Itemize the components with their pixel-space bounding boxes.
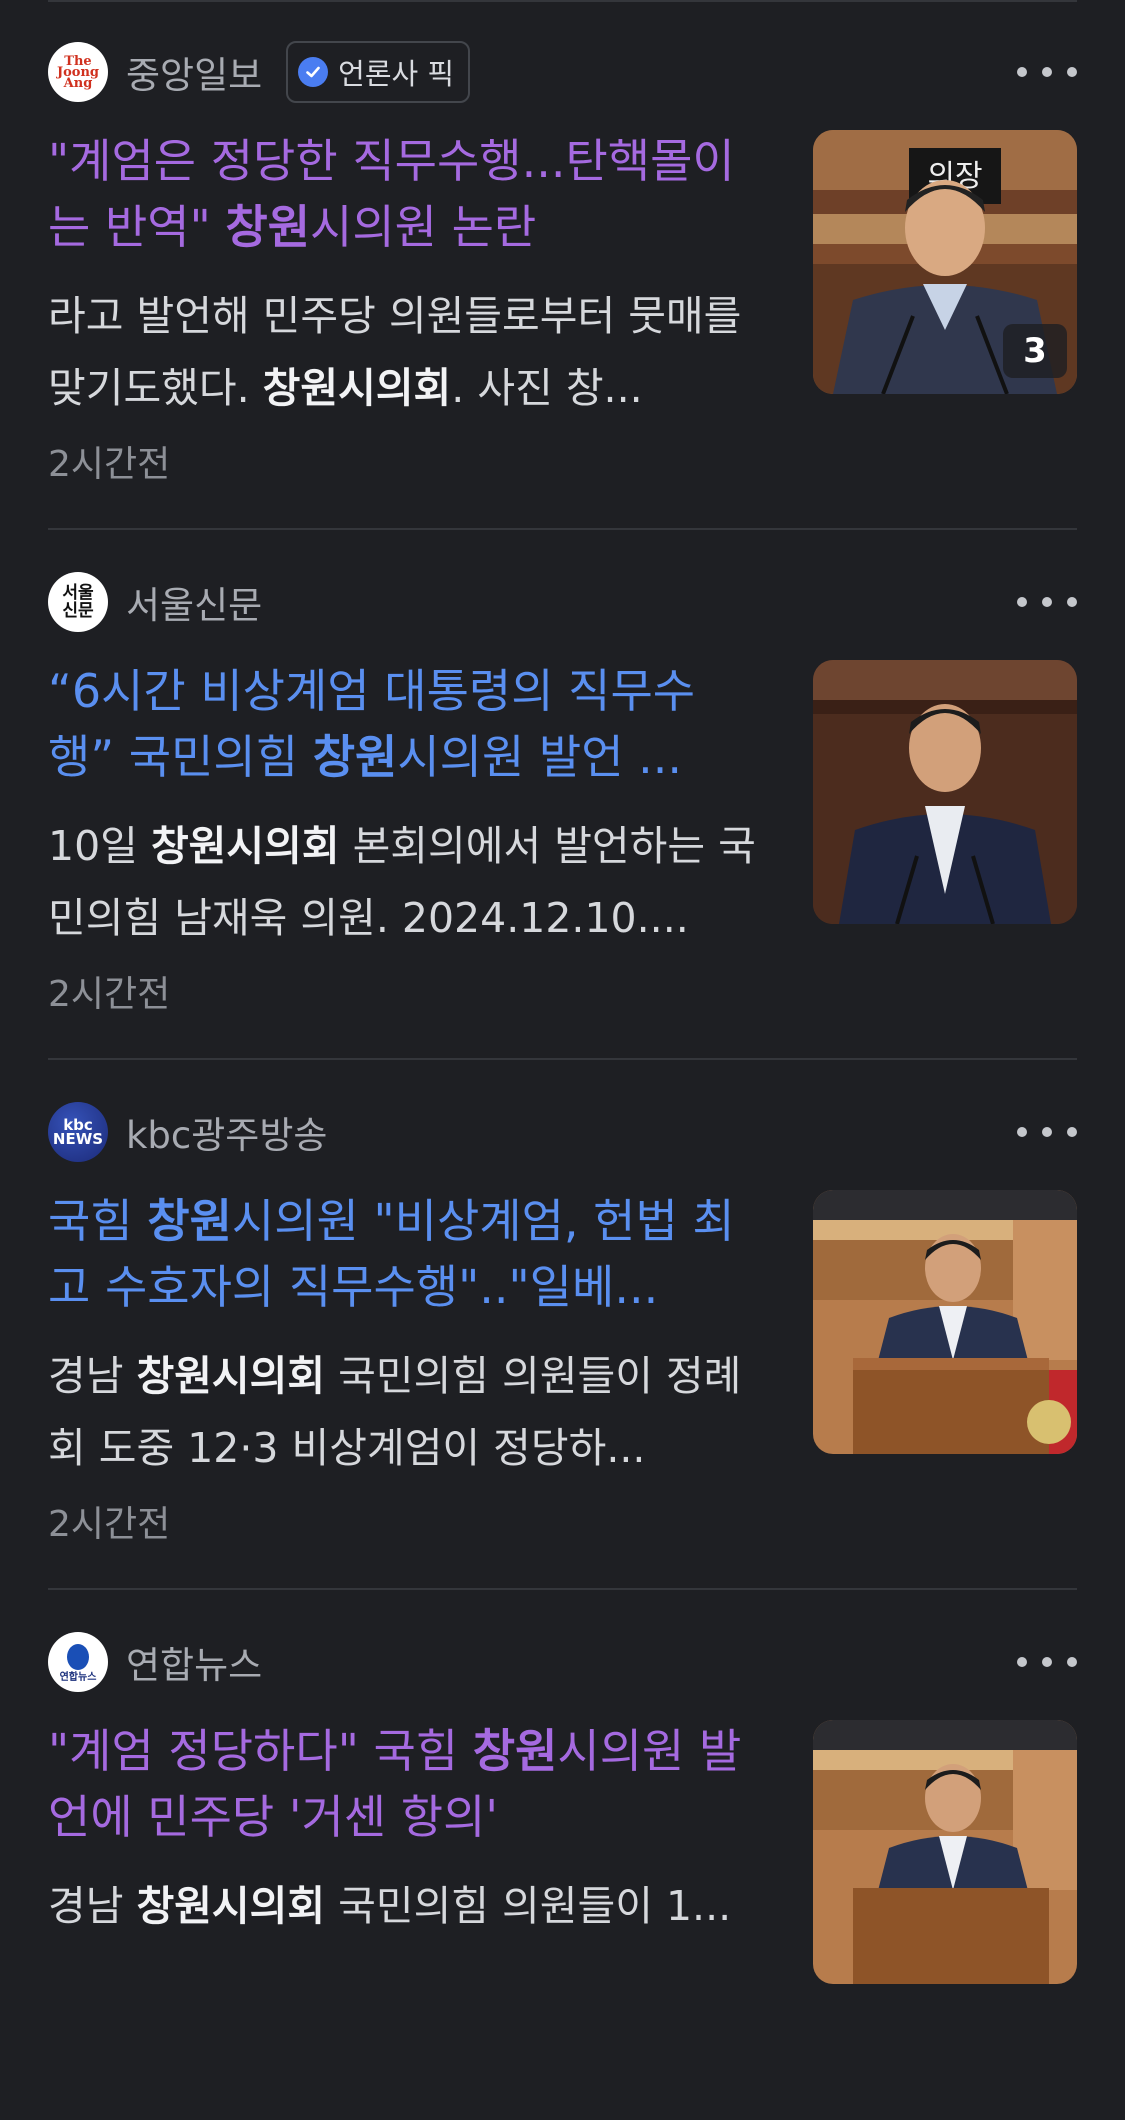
- council-podium-photo: [813, 1190, 1077, 1454]
- more-dot-icon: [1067, 1127, 1077, 1137]
- publish-time: 2시간전: [48, 444, 171, 485]
- article-source-row: 연합뉴스 연합뉴스: [48, 1632, 262, 1692]
- snippet-keyword: 창원시의회: [136, 1882, 326, 1930]
- article-snippet: 라고 발언해 민주당 의원들로부터 뭇매를 맞기도했다. 창원시의회. 사진 창…: [48, 280, 768, 424]
- snippet-keyword: 창원시의회: [150, 822, 340, 870]
- more-dot-icon: [1042, 67, 1052, 77]
- article-headline[interactable]: 국힘 창원시의원 "비상계엄, 헌법 최고 수호자의 직무수행".."일베...: [48, 1188, 758, 1320]
- image-count-badge: 3: [1003, 324, 1067, 378]
- article-snippet: 10일 창원시의회 본회의에서 발언하는 국민의힘 남재욱 의원. 2024.1…: [48, 810, 768, 954]
- council-podium-photo: [813, 1720, 1077, 1984]
- article-thumbnail[interactable]: [813, 1190, 1077, 1454]
- snippet-text: 국민의힘 의원들이 1...: [325, 1882, 732, 1930]
- headline-text: 시의원 발언 ...: [397, 730, 683, 784]
- news-article[interactable]: 서울 신문 서울신문 “6시간 비상계엄 대통령의 직무수행” 국민의힘 창원시…: [0, 530, 1125, 1060]
- press-pick-label: 언론사 픽: [338, 57, 455, 91]
- article-source-row: The Joong Ang 중앙일보 언론사 픽: [48, 41, 471, 103]
- joongang-logo[interactable]: The Joong Ang: [48, 42, 108, 102]
- source-name[interactable]: 중앙일보: [126, 45, 262, 99]
- yonhap-logo[interactable]: 연합뉴스: [48, 1632, 108, 1692]
- headline-keyword: 창원: [225, 200, 311, 254]
- source-name[interactable]: 서울신문: [126, 575, 262, 629]
- kbc-news-logo[interactable]: kbc NEWS: [48, 1102, 108, 1162]
- publish-time: 2시간전: [48, 974, 171, 1015]
- article-thumbnail[interactable]: [813, 660, 1077, 924]
- article-snippet: 경남 창원시의회 국민의힘 의원들이 정례회 도중 12·3 비상계엄이 정당하…: [48, 1340, 768, 1484]
- yonhap-logo-text: 연합뉴스: [59, 1672, 97, 1683]
- snippet-text: 경남: [48, 1882, 137, 1930]
- more-options-button[interactable]: [1017, 1112, 1077, 1152]
- more-options-button[interactable]: [1017, 52, 1077, 92]
- article-headline[interactable]: "계엄은 정당한 직무수행...탄핵몰이는 반역" 창원시의원 논란: [48, 128, 758, 260]
- more-dot-icon: [1017, 597, 1027, 607]
- article-headline[interactable]: “6시간 비상계엄 대통령의 직무수행” 국민의힘 창원시의원 발언 ...: [48, 658, 758, 790]
- more-dot-icon: [1067, 67, 1077, 77]
- article-source-row: 서울 신문 서울신문: [48, 572, 262, 632]
- seoul-shinmun-logo[interactable]: 서울 신문: [48, 572, 108, 632]
- news-article[interactable]: kbc NEWS kbc광주방송 국힘 창원시의원 "비상계엄, 헌법 최고 수…: [0, 1060, 1125, 1590]
- press-pick-badge[interactable]: 언론사 픽: [286, 41, 471, 103]
- headline-keyword: 창원: [147, 1194, 232, 1248]
- article-thumbnail[interactable]: [813, 1720, 1077, 1984]
- more-dot-icon: [1017, 67, 1027, 77]
- snippet-text: . 사진 창...: [451, 364, 643, 412]
- headline-keyword: 창원: [472, 1724, 558, 1778]
- headline-text: 시의원 논란: [310, 200, 537, 254]
- kbc-logo-text: kbc NEWS: [52, 1116, 104, 1148]
- article-snippet: 경남 창원시의회 국민의힘 의원들이 1...: [48, 1870, 768, 1942]
- more-dot-icon: [1017, 1127, 1027, 1137]
- article-thumbnail[interactable]: 의장 3: [813, 130, 1077, 394]
- more-options-button[interactable]: [1017, 1642, 1077, 1682]
- publish-time: 2시간전: [48, 1504, 171, 1545]
- article-source-row: kbc NEWS kbc광주방송: [48, 1102, 327, 1162]
- more-dot-icon: [1042, 597, 1052, 607]
- more-dot-icon: [1042, 1127, 1052, 1137]
- council-speaker-photo: [813, 660, 1077, 924]
- source-name[interactable]: kbc광주방송: [126, 1105, 327, 1159]
- more-dot-icon: [1067, 1657, 1077, 1667]
- snippet-keyword: 창원시의회: [136, 1352, 326, 1400]
- news-article[interactable]: 연합뉴스 연합뉴스 "계엄 정당하다" 국힘 창원시의원 발언에 민주당 '거센…: [0, 1590, 1125, 2120]
- seoul-logo-text: 서울 신문: [62, 583, 94, 621]
- source-name[interactable]: 연합뉴스: [126, 1635, 262, 1689]
- snippet-keyword: 창원시의회: [262, 364, 452, 412]
- snippet-text: 10일: [48, 822, 151, 870]
- more-dot-icon: [1067, 597, 1077, 607]
- snippet-text: 경남: [48, 1352, 137, 1400]
- headline-text: 국힘: [48, 1194, 148, 1248]
- verified-check-icon: [298, 57, 329, 87]
- yonhap-mark-icon: [67, 1644, 89, 1670]
- news-feed: The Joong Ang 중앙일보 언론사 픽 "계엄은 정당한 직무수행..…: [0, 0, 1125, 1984]
- more-options-button[interactable]: [1017, 582, 1077, 622]
- more-dot-icon: [1017, 1657, 1027, 1667]
- headline-text: "계엄 정당하다" 국힘: [48, 1724, 473, 1778]
- more-dot-icon: [1042, 1657, 1052, 1667]
- article-headline[interactable]: "계엄 정당하다" 국힘 창원시의원 발언에 민주당 '거센 항의': [48, 1718, 758, 1850]
- headline-keyword: 창원: [312, 730, 398, 784]
- joongang-logo-text: The Joong Ang: [56, 53, 100, 91]
- news-article[interactable]: The Joong Ang 중앙일보 언론사 픽 "계엄은 정당한 직무수행..…: [0, 0, 1125, 530]
